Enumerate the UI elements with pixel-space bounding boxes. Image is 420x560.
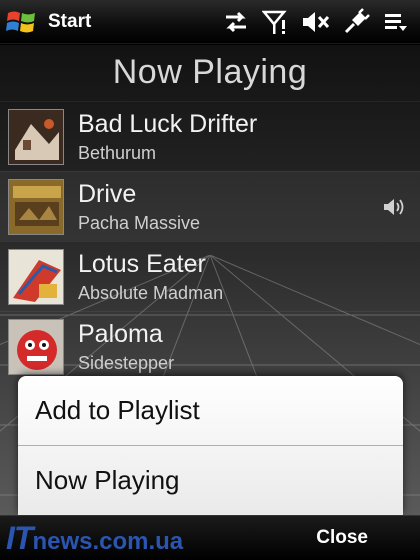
menu-icon[interactable] xyxy=(380,6,412,38)
softkey-bar: IT news.com.ua Close xyxy=(0,515,420,560)
signal-icon[interactable] xyxy=(260,6,292,38)
page-title: Now Playing xyxy=(112,53,308,91)
song-title: Paloma xyxy=(78,319,163,348)
album-art-thumbnail xyxy=(8,248,64,305)
artist-name: Sidestepper xyxy=(78,352,175,373)
speaker-playing-icon xyxy=(384,199,404,215)
start-title[interactable]: Start xyxy=(48,11,91,33)
track-row[interactable]: Bad Luck Drifter Bethurum xyxy=(0,101,420,171)
status-icons xyxy=(220,6,420,38)
track-row-now-playing[interactable]: Drive Pacha Massive xyxy=(0,171,420,241)
close-button[interactable]: Close xyxy=(316,527,368,549)
album-art-thumbnail xyxy=(8,178,64,235)
watermark-it: IT xyxy=(6,519,33,556)
status-bar: Start xyxy=(0,0,420,44)
song-title: Drive xyxy=(78,179,137,208)
watermark-logo: IT news.com.ua xyxy=(6,520,183,557)
context-menu: Add to Playlist Now Playing xyxy=(18,376,403,515)
artist-name: Bethurum xyxy=(78,142,157,163)
song-title: Bad Luck Drifter xyxy=(78,109,258,138)
volume-muted-icon[interactable] xyxy=(300,6,332,38)
track-list: Bad Luck Drifter Bethurum Drive Pacha Ma… xyxy=(0,101,420,381)
menu-item-add-to-playlist[interactable]: Add to Playlist xyxy=(18,376,403,445)
album-art-thumbnail xyxy=(8,108,64,165)
artist-name: Absolute Madman xyxy=(78,282,224,303)
watermark-domain: news.com.ua xyxy=(32,527,184,555)
song-title: Lotus Eater xyxy=(78,249,206,278)
track-row[interactable]: Lotus Eater Absolute Madman xyxy=(0,241,420,311)
album-art-thumbnail xyxy=(8,318,64,375)
data-sync-icon[interactable] xyxy=(220,6,252,38)
track-row[interactable]: Paloma Sidestepper xyxy=(0,311,420,381)
usb-power-icon[interactable] xyxy=(340,6,372,38)
windows-start-logo-icon[interactable] xyxy=(0,0,44,44)
artist-name: Pacha Massive xyxy=(78,212,201,233)
menu-item-now-playing[interactable]: Now Playing xyxy=(18,445,403,514)
